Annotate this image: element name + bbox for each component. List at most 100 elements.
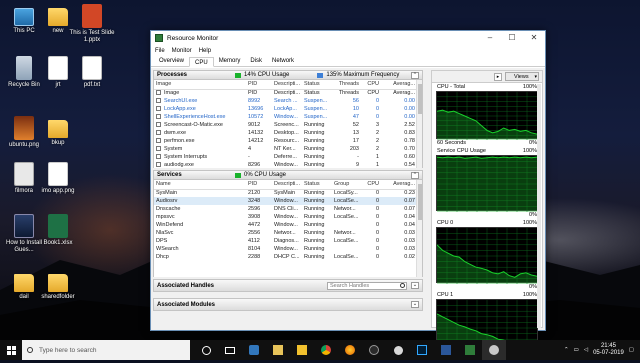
service-row[interactable]: Dnscache 2596 DNS Cli... Running Networ... 0 0… bbox=[154, 205, 418, 213]
collapse-icon[interactable]: ⌃ bbox=[411, 71, 419, 79]
collapse-pane-icon[interactable]: ▸ bbox=[494, 72, 502, 81]
views-dropdown[interactable]: Views ▾ bbox=[505, 72, 539, 81]
network-icon[interactable]: ▭ bbox=[574, 347, 579, 353]
services-cpu-usage: 0% CPU Usage bbox=[235, 172, 286, 178]
column-description[interactable]: Descripti... bbox=[272, 180, 302, 190]
process-row[interactable]: audiodg.exe 8296 Window... Running 9 1 0.54 bbox=[154, 161, 418, 168]
search-handles-input[interactable]: Search Handles bbox=[327, 281, 407, 290]
desktop-icon-book1[interactable]: Book1.xlsx bbox=[34, 214, 82, 247]
checkbox[interactable] bbox=[156, 162, 161, 168]
start-button[interactable] bbox=[0, 340, 22, 360]
minimize-button[interactable]: – bbox=[479, 31, 501, 45]
process-row[interactable]: LockApp.exe 13696 LockAp... Suspen... 10 0 0.0… bbox=[154, 105, 418, 113]
checkbox[interactable] bbox=[156, 130, 161, 136]
checkbox[interactable] bbox=[156, 106, 161, 112]
service-row[interactable]: Audiosrv 3248 Window... Running LocalSe... 0 0… bbox=[154, 197, 418, 205]
service-row[interactable]: WinDefend 4472 Window... Running 0 0.04 bbox=[154, 221, 418, 229]
taskbar-chrome[interactable] bbox=[314, 340, 338, 360]
graphs-scrollbar[interactable] bbox=[537, 84, 541, 328]
process-row[interactable]: perfmon.exe 14212 Resourc... Running 17 2 0.78 bbox=[154, 137, 418, 145]
services-header[interactable]: Services 0% CPU Usage ⌃ bbox=[153, 170, 423, 180]
associated-modules-header[interactable]: Associated Modules ⌄ bbox=[153, 298, 423, 311]
clock[interactable]: 21:45 05-07-2019 bbox=[593, 343, 624, 357]
tab-network[interactable]: Network bbox=[267, 56, 299, 66]
chevron-up-icon[interactable]: ⌃ bbox=[564, 347, 569, 353]
processes-max-frequency: 135% Maximum Frequency bbox=[317, 72, 399, 78]
column-description[interactable]: Descripti... bbox=[272, 80, 302, 90]
column-cpu[interactable]: CPU bbox=[364, 180, 382, 190]
taskbar-store[interactable] bbox=[266, 340, 290, 360]
taskbar-photoshop[interactable] bbox=[410, 340, 434, 360]
menu-help[interactable]: Help bbox=[199, 48, 211, 54]
column-status[interactable]: Status bbox=[302, 80, 332, 90]
taskbar-screencast[interactable] bbox=[482, 340, 506, 360]
maximize-button[interactable]: ☐ bbox=[501, 31, 523, 45]
close-button[interactable]: ✕ bbox=[523, 31, 545, 45]
checkbox[interactable] bbox=[156, 154, 161, 160]
taskbar-resource-monitor[interactable] bbox=[458, 340, 482, 360]
column-name[interactable]: Name bbox=[154, 180, 246, 190]
volume-icon[interactable]: ◁ bbox=[584, 347, 588, 353]
column-average[interactable]: Averag... bbox=[382, 180, 418, 190]
taskbar-file-explorer[interactable] bbox=[290, 340, 314, 360]
expand-icon[interactable]: ⌄ bbox=[411, 301, 419, 308]
tab-overview[interactable]: Overview bbox=[154, 56, 189, 66]
services-scrollbar[interactable] bbox=[416, 180, 422, 277]
column-threads[interactable]: Threads bbox=[332, 80, 362, 90]
taskbar-settings[interactable] bbox=[386, 340, 410, 360]
taskbar-media[interactable] bbox=[362, 340, 386, 360]
process-row[interactable]: System 4 NT Ker... Running 203 2 0.70 bbox=[154, 145, 418, 153]
collapse-icon[interactable]: ⌃ bbox=[411, 171, 419, 179]
service-row[interactable]: SysMain 2120 SysMain Running LocalSy... 0 0.23 bbox=[154, 189, 418, 197]
desktop-icon-bkup[interactable]: bkup bbox=[34, 116, 82, 147]
processes-scrollbar[interactable] bbox=[416, 80, 422, 168]
taskbar-firefox[interactable] bbox=[338, 340, 362, 360]
expand-icon[interactable]: ⌄ bbox=[411, 282, 419, 289]
process-row[interactable]: Image PID Descripti... Status Threads CPU Aver… bbox=[154, 89, 418, 97]
desktop-icon-sharedfolder[interactable]: sharedfolder bbox=[34, 270, 82, 301]
process-row[interactable]: Screencast-O-Matic.exe 9012 Screenc... Runn… bbox=[154, 121, 418, 129]
column-status[interactable]: Status bbox=[302, 180, 332, 190]
process-row[interactable]: ShellExperienceHost.exe 10572 Window... Sus… bbox=[154, 113, 418, 121]
column-pid[interactable]: PID bbox=[246, 180, 272, 190]
column-image[interactable]: Image bbox=[154, 80, 246, 90]
service-row[interactable]: DPS 4112 Diagnos... Running LocalSe... 0 0.03 bbox=[154, 237, 418, 245]
process-row[interactable]: SearchUI.exe 8992 Search ... Suspen... 56 0 0.… bbox=[154, 97, 418, 105]
process-row[interactable]: dwm.exe 14132 Desktop... Running 13 2 0.83 bbox=[154, 129, 418, 137]
associated-handles-header[interactable]: Associated Handles Search Handles ⌄ bbox=[153, 279, 423, 292]
checkbox[interactable] bbox=[156, 122, 161, 128]
column-cpu[interactable]: CPU bbox=[362, 80, 382, 90]
menu-file[interactable]: File bbox=[155, 48, 165, 54]
process-row[interactable]: System Interrupts - Deferre... Running -1 0.6… bbox=[154, 153, 418, 161]
checkbox[interactable] bbox=[156, 90, 161, 96]
processes-header[interactable]: Processes 14% CPU Usage 135% Maximum Fre… bbox=[153, 70, 423, 80]
word-icon bbox=[441, 345, 451, 355]
checkbox[interactable] bbox=[156, 146, 161, 152]
desktop-icon-pptx[interactable]: This is Test Slide 1.pptx bbox=[68, 4, 116, 44]
cortana-button[interactable] bbox=[194, 340, 218, 360]
service-cell: Running bbox=[304, 222, 325, 228]
checkbox[interactable] bbox=[156, 138, 161, 144]
taskbar-word[interactable] bbox=[434, 340, 458, 360]
service-row[interactable]: mpssvc 3908 Window... Running LocalSe... 0 0.0… bbox=[154, 213, 418, 221]
service-row[interactable]: NlaSvc 2556 Networ... Running Networ... 0 0.03 bbox=[154, 229, 418, 237]
left-pane: Processes 14% CPU Usage 135% Maximum Fre… bbox=[153, 70, 423, 328]
taskbar-search-input[interactable]: Type here to search bbox=[22, 340, 190, 360]
column-group[interactable]: Group bbox=[332, 180, 364, 190]
desktop-icon-pdf-txt[interactable]: pdf.txt bbox=[68, 56, 116, 89]
title-bar[interactable]: Resource Monitor – ☐ ✕ bbox=[151, 31, 545, 45]
menu-monitor[interactable]: Monitor bbox=[172, 48, 192, 54]
service-row[interactable]: Dhcp 2288 DHCP C... Running LocalSe... 0 0.02 bbox=[154, 253, 418, 261]
task-view-button[interactable] bbox=[218, 340, 242, 360]
tab-disk[interactable]: Disk bbox=[245, 56, 267, 66]
service-row[interactable]: WSearch 8104 Window... Running 0 0.03 bbox=[154, 245, 418, 253]
checkbox[interactable] bbox=[156, 98, 161, 104]
column-average[interactable]: Averag... bbox=[382, 80, 418, 90]
checkbox[interactable] bbox=[156, 114, 161, 120]
notifications-icon[interactable]: ▢ bbox=[629, 347, 634, 353]
column-pid[interactable]: PID bbox=[246, 80, 272, 90]
tab-memory[interactable]: Memory bbox=[214, 56, 246, 66]
desktop-icon-imo-app[interactable]: imo app.png bbox=[34, 162, 82, 195]
taskbar-edge[interactable] bbox=[242, 340, 266, 360]
tab-cpu[interactable]: CPU bbox=[189, 57, 214, 67]
